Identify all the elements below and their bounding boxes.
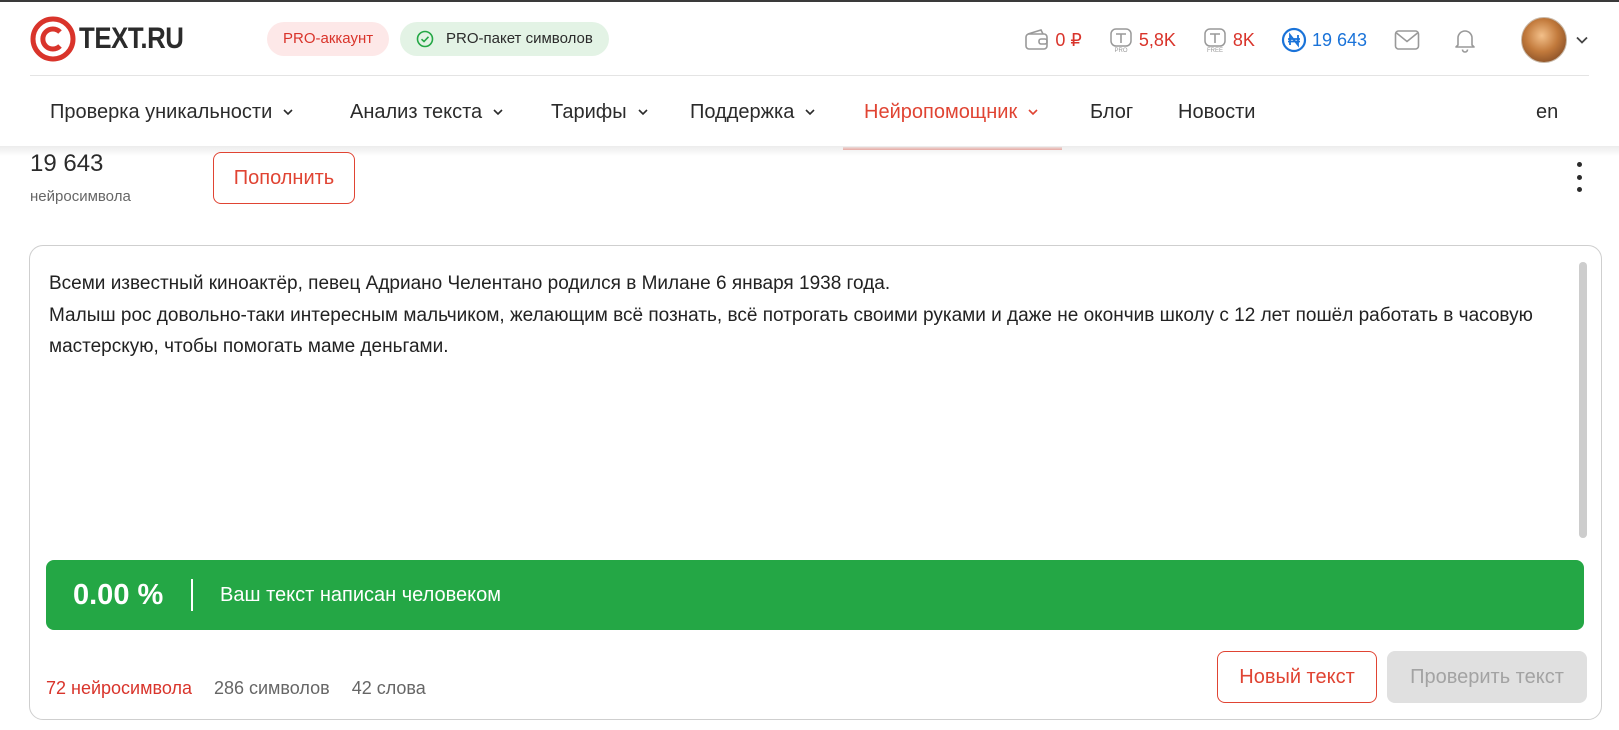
text-counters: 72 нейросимвола 286 символов 42 слова: [46, 678, 448, 699]
wallet-stat[interactable]: 0 ₽: [1024, 27, 1082, 53]
result-banner: 0.00 % Ваш текст написан человеком: [46, 560, 1584, 630]
chevron-down-icon[interactable]: [1575, 33, 1589, 47]
more-menu-icon[interactable]: [1573, 162, 1585, 192]
topup-button[interactable]: Пополнить: [213, 152, 355, 204]
wallet-value: 0 ₽: [1055, 29, 1082, 50]
mail-button[interactable]: [1393, 26, 1421, 54]
avatar[interactable]: [1521, 17, 1567, 63]
nav-item-text-analysis[interactable]: Анализ текста: [350, 76, 504, 148]
pro-symbols-stat[interactable]: PRO 5,8K: [1108, 27, 1176, 53]
nav-item-support[interactable]: Поддержка: [690, 76, 816, 148]
svg-text:PRO: PRO: [1114, 48, 1127, 53]
neuro-balance-label: нейросимвола: [30, 188, 131, 205]
free-symbols-value: 8K: [1232, 29, 1255, 50]
mail-icon: [1394, 30, 1420, 50]
chevron-down-icon: [1028, 109, 1038, 116]
check-text-button[interactable]: Проверить текст: [1387, 651, 1587, 703]
copyright-logo-icon: [30, 16, 76, 62]
chevron-down-icon: [638, 109, 648, 116]
pro-account-badge[interactable]: PRO-аккаунт: [267, 22, 390, 56]
neuro-symbols-stat[interactable]: 19 643: [1281, 27, 1367, 53]
pro-symbols-value: 5,8K: [1138, 29, 1176, 50]
editor-card: Всеми известный киноактёр, певец Адриано…: [29, 245, 1602, 720]
text-editor[interactable]: Всеми известный киноактёр, певец Адриано…: [49, 268, 1549, 363]
logo-text: TEXT.RU: [79, 22, 184, 55]
free-symbols-icon: FREE: [1204, 28, 1226, 53]
logo[interactable]: TEXT.RU: [30, 16, 201, 62]
svg-text:FREE: FREE: [1207, 48, 1223, 53]
header-stats: 0 ₽ PRO 5,8K FREE 8K 19 643: [1024, 17, 1589, 63]
free-symbols-stat[interactable]: FREE 8K: [1202, 27, 1255, 53]
nav-item-tariffs[interactable]: Тарифы: [551, 76, 649, 148]
wallet-icon: [1025, 29, 1049, 50]
chevron-down-icon: [805, 109, 815, 116]
scrollbar-thumb[interactable]: [1579, 262, 1587, 538]
language-label: en: [1536, 100, 1559, 123]
main-nav: Проверка уникальности Анализ текста Тари…: [30, 76, 1589, 150]
neuro-symbols-count: 72 нейросимвола: [46, 678, 192, 698]
pro-symbols-icon: PRO: [1110, 28, 1132, 53]
language-switch[interactable]: en: [1536, 76, 1558, 148]
ai-percentage: 0.00 %: [73, 578, 164, 611]
neuro-symbols-icon: [1281, 27, 1307, 53]
new-text-button[interactable]: Новый текст: [1217, 651, 1377, 703]
chars-count: 286 символов: [213, 678, 330, 698]
nav-item-blog[interactable]: Блог: [1090, 76, 1133, 148]
top-header: TEXT.RU PRO-аккаунт PRO-пакет символов 0…: [30, 2, 1589, 76]
result-divider: [191, 579, 193, 611]
nav-item-label: Блог: [1090, 100, 1134, 123]
bell-icon: [1455, 30, 1475, 53]
result-message: Ваш текст написан человеком: [220, 583, 501, 606]
editor-scrollbar[interactable]: [1579, 262, 1587, 538]
neuro-balance-value: 19 643: [30, 150, 104, 177]
nav-item-neuro-assistant[interactable]: Нейропомощник: [843, 76, 1063, 150]
notifications-button[interactable]: [1451, 26, 1479, 54]
nav-item-uniqueness[interactable]: Проверка уникальности: [50, 76, 294, 148]
pro-package-badge[interactable]: PRO-пакет символов: [400, 22, 609, 56]
neuro-symbols-value: 19 643: [1311, 29, 1367, 50]
words-count: 42 слова: [351, 678, 426, 698]
nav-item-label: Анализ текста: [350, 100, 483, 123]
nav-item-news[interactable]: Новости: [1178, 76, 1255, 148]
nav-item-label: Проверка уникальности: [50, 100, 273, 123]
pro-package-label: PRO-пакет символов: [446, 30, 593, 47]
chevron-down-icon: [493, 109, 503, 116]
nav-item-label: Новости: [1178, 100, 1256, 123]
nav-item-label: Поддержка: [690, 100, 795, 123]
nav-item-label: Тарифы: [551, 100, 627, 123]
chevron-down-icon: [283, 109, 293, 116]
check-circle-icon: [416, 30, 434, 48]
nav-item-label: Нейропомощник: [864, 100, 1018, 123]
